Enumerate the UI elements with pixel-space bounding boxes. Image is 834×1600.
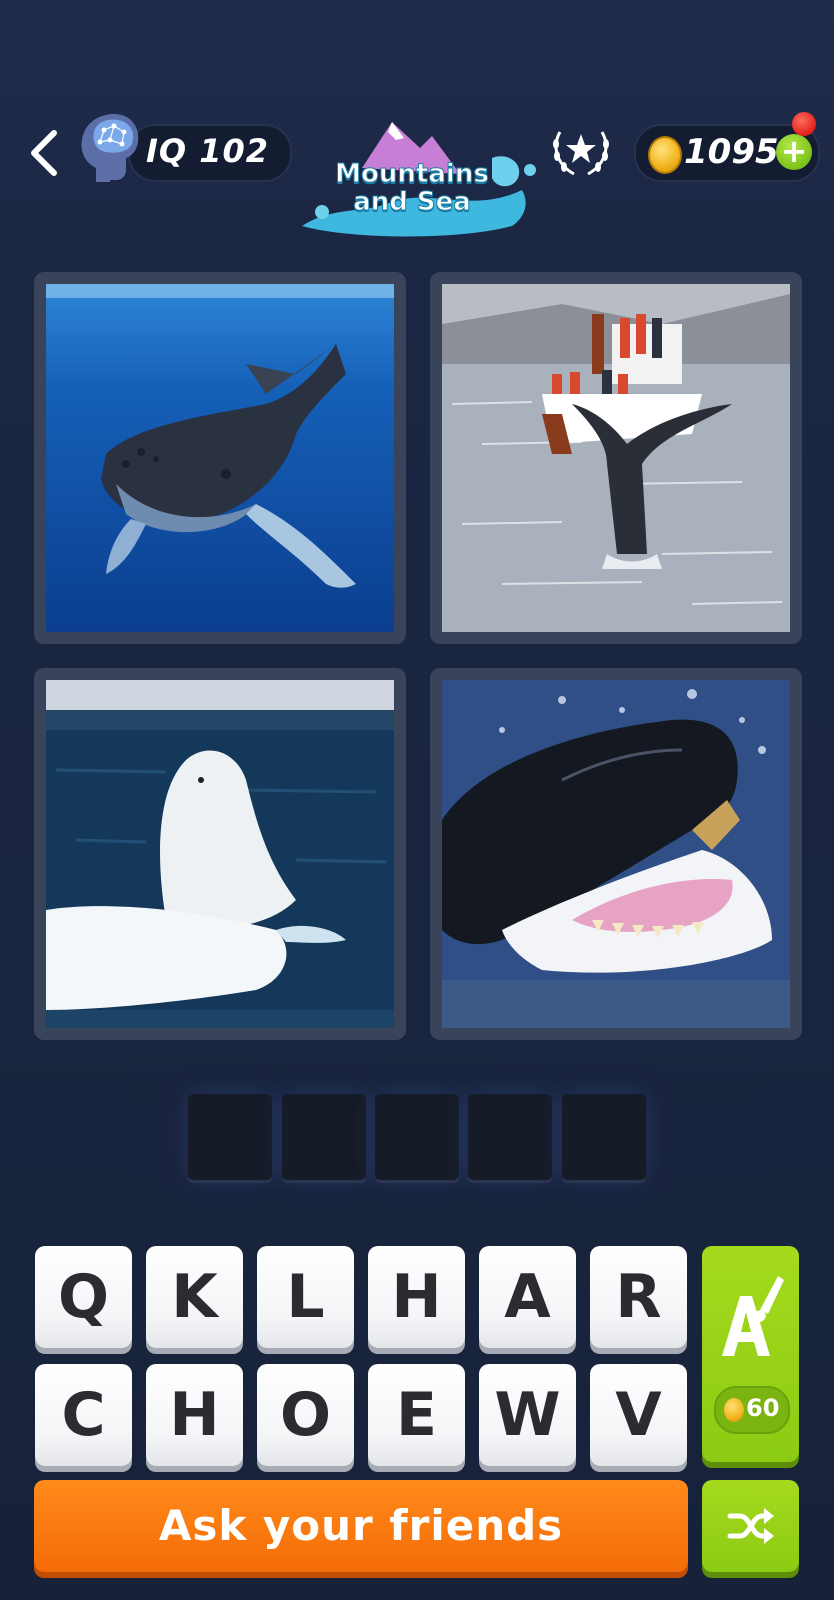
letter-key-label: V [615, 1380, 662, 1450]
letter-key[interactable]: K [146, 1246, 243, 1348]
letter-key[interactable]: O [257, 1364, 354, 1466]
letter-key-label: L [286, 1262, 325, 1332]
buy-coins-button[interactable]: + [776, 134, 812, 170]
puzzle-image-2[interactable] [430, 272, 802, 644]
hint-price-value: 60 [746, 1394, 780, 1422]
back-button[interactable] [24, 125, 68, 181]
answer-slot-3[interactable] [375, 1094, 459, 1180]
iq-label: IQ 102 [146, 132, 270, 170]
letter-key-label: R [615, 1262, 662, 1332]
letter-brush-icon [722, 1276, 784, 1356]
letter-key[interactable]: W [479, 1364, 576, 1466]
answer-slot-4[interactable] [468, 1094, 552, 1180]
letter-key[interactable]: H [368, 1246, 465, 1348]
letter-key-label: C [61, 1380, 106, 1450]
notification-dot-icon [792, 112, 816, 136]
letter-key-label: A [504, 1262, 551, 1332]
puzzle-image-3[interactable] [34, 668, 406, 1040]
shuffle-button[interactable] [702, 1480, 799, 1572]
letter-key[interactable]: H [146, 1364, 243, 1466]
humpback-whale-image [46, 284, 394, 632]
coin-icon [724, 1398, 744, 1422]
letter-key-label: H [169, 1380, 220, 1450]
letter-key[interactable]: Q [35, 1246, 132, 1348]
puzzle-image-1[interactable] [34, 272, 406, 644]
letter-key[interactable]: A [479, 1246, 576, 1348]
letter-key[interactable]: R [590, 1246, 687, 1348]
answer-slots [188, 1094, 648, 1182]
letter-key-label: K [171, 1262, 218, 1332]
brain-head-icon [81, 114, 139, 182]
letter-key-label: E [396, 1380, 437, 1450]
coin-icon [648, 136, 682, 174]
letter-key[interactable]: L [257, 1246, 354, 1348]
letter-key-label: O [279, 1380, 331, 1450]
letter-key-label: H [391, 1262, 442, 1332]
level-title: Mountains and Sea [335, 159, 490, 217]
hint-price: 60 [714, 1386, 790, 1434]
laurel-star-icon[interactable] [548, 122, 614, 180]
answer-slot-2[interactable] [282, 1094, 366, 1180]
puzzle-image-4[interactable] [430, 668, 802, 1040]
ask-friends-button[interactable]: Ask your friends [34, 1480, 688, 1572]
ask-friends-label: Ask your friends [158, 1501, 564, 1550]
letter-key-label: W [494, 1380, 561, 1450]
letter-key[interactable]: C [35, 1364, 132, 1466]
shuffle-icon [727, 1508, 774, 1544]
answer-slot-1[interactable] [188, 1094, 272, 1180]
letter-key-label: Q [57, 1262, 109, 1332]
answer-slot-5[interactable] [562, 1094, 646, 1180]
beluga-whale-image [46, 680, 394, 1028]
whale-tail-boat-image [442, 284, 790, 632]
orca-image [442, 680, 790, 1028]
letter-key[interactable]: E [368, 1364, 465, 1466]
iq-badge[interactable]: IQ 102 [128, 124, 292, 182]
reveal-letter-hint-button[interactable]: 60 [702, 1246, 799, 1462]
letter-key[interactable]: V [590, 1364, 687, 1466]
coin-count: 1095 [684, 132, 779, 172]
chevron-left-icon [31, 130, 57, 176]
coin-balance[interactable]: 1095 + [634, 124, 820, 182]
